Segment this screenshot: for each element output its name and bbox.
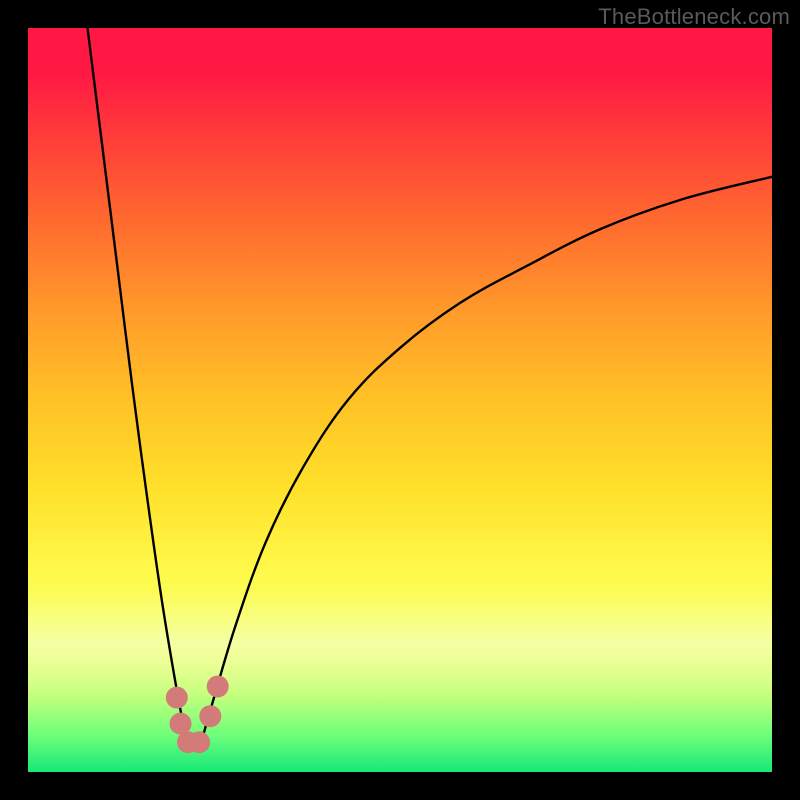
curve-right-curve [199,177,772,750]
data-marker [199,705,221,727]
curve-layer [28,28,772,772]
curves-group [88,28,772,750]
markers-group [166,675,229,753]
chart-container: TheBottleneck.com [0,0,800,800]
data-marker [166,687,188,709]
data-marker [207,675,229,697]
plot-area [28,28,772,772]
watermark-label: TheBottleneck.com [598,4,790,30]
data-marker [188,731,210,753]
curve-left-curve [88,28,192,750]
